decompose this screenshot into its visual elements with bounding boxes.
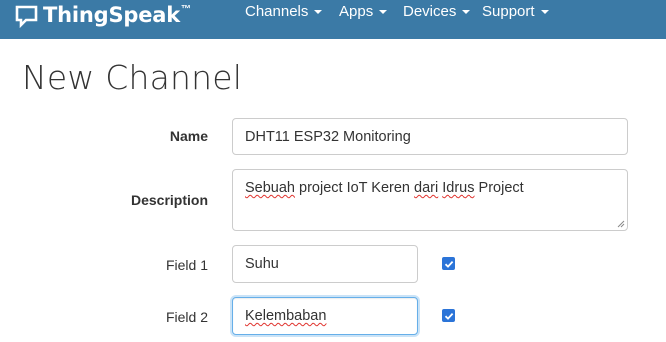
- name-label: Name: [169, 128, 208, 144]
- chevron-down-icon: [314, 10, 323, 14]
- nav-apps[interactable]: Apps: [339, 3, 388, 21]
- field1-input-value: Suhu: [245, 256, 279, 272]
- nav-channels-label: Channels: [245, 3, 309, 20]
- field1-checkbox[interactable]: [442, 257, 455, 270]
- brand-trademark: ™: [181, 4, 191, 15]
- nav-channels[interactable]: Channels: [245, 3, 323, 21]
- chevron-down-icon: [462, 10, 471, 14]
- description-text: Project: [474, 180, 524, 196]
- brand-name: ThingSpeak: [43, 3, 180, 27]
- nav-devices[interactable]: Devices: [403, 3, 471, 21]
- nav-support[interactable]: Support: [482, 3, 549, 21]
- top-navbar: ThingSpeak ™ Channels Apps Devices Suppo…: [0, 0, 666, 39]
- field2-input[interactable]: Kelembaban: [232, 297, 418, 335]
- spellcheck-word: Sebuah: [245, 180, 295, 196]
- description-text: project IoT Keren: [295, 180, 415, 196]
- field2-label: Field 2: [165, 309, 208, 325]
- nav-devices-label: Devices: [403, 3, 457, 20]
- brand-logo[interactable]: ThingSpeak ™: [14, 3, 191, 28]
- name-input[interactable]: DHT11 ESP32 Monitoring: [232, 118, 628, 155]
- checkmark-icon: [444, 260, 453, 268]
- name-input-value: DHT11 ESP32 Monitoring: [245, 128, 411, 145]
- field1-label: Field 1: [165, 257, 208, 273]
- description-label: Description: [130, 192, 208, 208]
- chevron-down-icon: [540, 10, 549, 14]
- nav-support-label: Support: [482, 3, 535, 20]
- field1-input[interactable]: Suhu: [232, 245, 418, 283]
- checkmark-icon: [444, 312, 453, 320]
- chevron-down-icon: [379, 10, 388, 14]
- nav-apps-label: Apps: [339, 3, 374, 20]
- spellcheck-word: Idrus: [442, 180, 475, 196]
- spellcheck-word: dari: [414, 180, 439, 196]
- field2-checkbox[interactable]: [442, 309, 455, 322]
- description-textarea[interactable]: Sebuah project IoT Keren dari Idrus Proj…: [232, 169, 628, 231]
- page-title: New Channel: [22, 58, 243, 97]
- speech-bubble-icon: [15, 5, 38, 28]
- field2-input-value: Kelembaban: [245, 308, 327, 324]
- resize-grip-icon[interactable]: [617, 220, 625, 228]
